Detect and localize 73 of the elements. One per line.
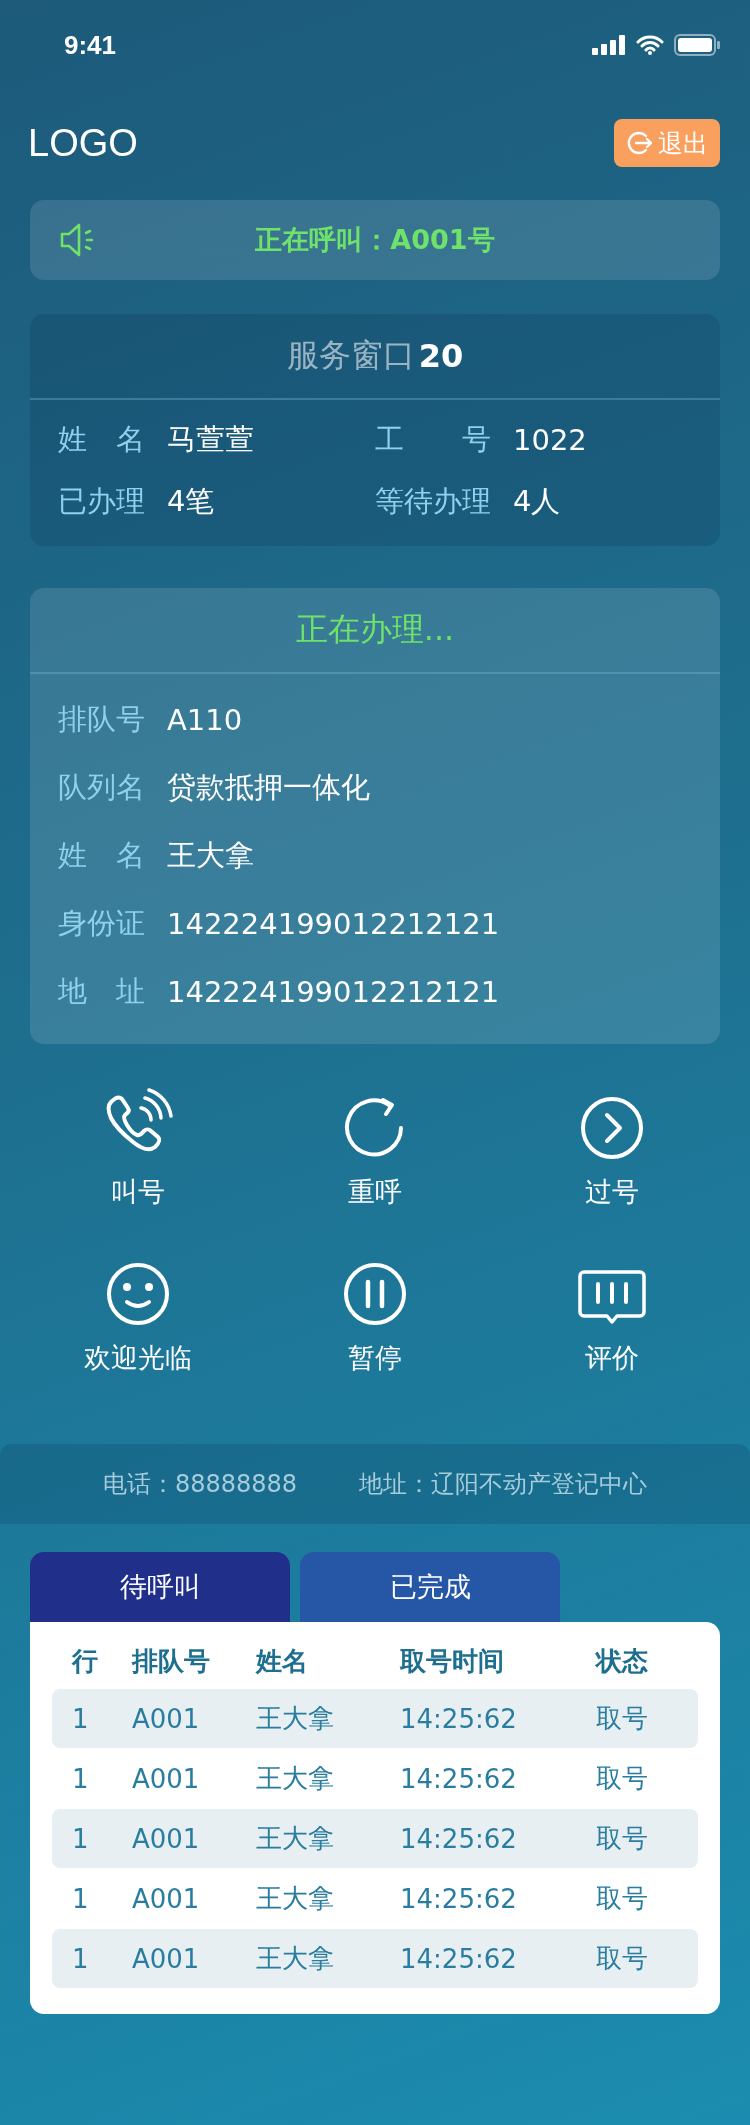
tab[interactable]: 待呼叫	[30, 1552, 290, 1622]
service-window-title: 服务窗口	[286, 335, 415, 376]
status-time: 9:41	[64, 29, 117, 61]
action-button[interactable]: 重呼	[256, 1084, 494, 1210]
table-cell-text: 王大拿	[256, 1702, 335, 1735]
table-cell-text: 1	[72, 1823, 90, 1854]
table-cell-text: 取号	[595, 1702, 649, 1735]
signal-icon	[592, 35, 626, 55]
processing-title: 正在办理...	[295, 609, 455, 650]
phone-text: 电话：88888888	[102, 1469, 298, 1500]
field-label: 身份证	[58, 905, 145, 942]
tab[interactable]: 已完成	[300, 1552, 560, 1622]
field-label: 地 址	[58, 973, 145, 1010]
table-cell-text: A001	[132, 1823, 201, 1854]
action-button[interactable]: 叫号	[20, 1084, 257, 1210]
logout-icon	[626, 129, 654, 157]
speaker-icon	[60, 221, 94, 259]
table-cell-text: 取号	[595, 1762, 649, 1795]
field-value: 贷款抵押一体化	[167, 769, 370, 806]
field-value: 142224199012212121	[167, 907, 500, 941]
table-cell-text: A001	[132, 1943, 201, 1974]
table-cell-text: 取号	[595, 1822, 649, 1855]
table-cell-text: 14:25:62	[400, 1763, 518, 1794]
action-button[interactable]: 欢迎光临	[20, 1250, 257, 1376]
field-label: 排队号	[58, 701, 145, 738]
smiley-icon	[106, 1262, 171, 1326]
field-value: 142224199012212121	[167, 975, 500, 1009]
action-button[interactable]: 过号	[493, 1084, 730, 1210]
field-value: 马萱萱	[167, 421, 254, 458]
calling-text: 正在呼叫：A001号	[255, 223, 495, 257]
field-label: 已办理	[58, 483, 145, 520]
table-cell-text: 1	[72, 1763, 90, 1794]
wifi-icon	[636, 35, 664, 55]
column-header: 行	[72, 1644, 99, 1678]
field-value: 4笔	[167, 483, 215, 520]
table-cell-text: 王大拿	[256, 1942, 335, 1975]
service-window-number: 20	[418, 337, 464, 375]
table-cell-text: 14:25:62	[400, 1703, 518, 1734]
table-cell-text: 14:25:62	[400, 1883, 518, 1914]
column-header: 取号时间	[400, 1644, 505, 1678]
table-cell-text: A001	[132, 1703, 201, 1734]
column-header: 排队号	[132, 1644, 211, 1678]
table-cell-text: 1	[72, 1703, 90, 1734]
field-label: 工 号	[375, 421, 491, 458]
column-header: 姓名	[256, 1644, 309, 1678]
action-button[interactable]: 暂停	[256, 1250, 494, 1376]
chevron-circle-icon	[579, 1096, 644, 1160]
field-label: 队列名	[58, 769, 145, 806]
table-cell-text: 1	[72, 1883, 90, 1914]
table-cell-text: A001	[132, 1883, 201, 1914]
table-cell-text: 1	[72, 1943, 90, 1974]
field-value: 4人	[513, 483, 561, 520]
battery-icon	[674, 34, 720, 56]
action-button[interactable]: 评价	[493, 1250, 730, 1376]
field-value: A110	[167, 703, 243, 737]
table-cell-text: 王大拿	[256, 1822, 335, 1855]
field-value: 1022	[513, 423, 587, 457]
table-cell-text: 王大拿	[256, 1882, 335, 1915]
table-cell-text: 14:25:62	[400, 1943, 518, 1974]
table-cell-text: 取号	[595, 1942, 649, 1975]
table-cell-text: 取号	[595, 1882, 649, 1915]
column-header: 状态	[594, 1644, 649, 1678]
table-cell-text: 王大拿	[256, 1762, 335, 1795]
comment-icon	[577, 1270, 646, 1326]
address-text: 地址：辽阳不动产登记中心	[359, 1469, 648, 1500]
field-label: 等待办理	[375, 483, 491, 520]
field-label: 姓 名	[58, 837, 145, 874]
logo: LOGO	[28, 121, 138, 165]
field-value: 王大拿	[167, 837, 254, 874]
table-cell-text: 14:25:62	[400, 1823, 518, 1854]
field-label: 姓 名	[58, 421, 145, 458]
table-cell-text: A001	[132, 1763, 201, 1794]
pause-icon	[343, 1262, 407, 1326]
